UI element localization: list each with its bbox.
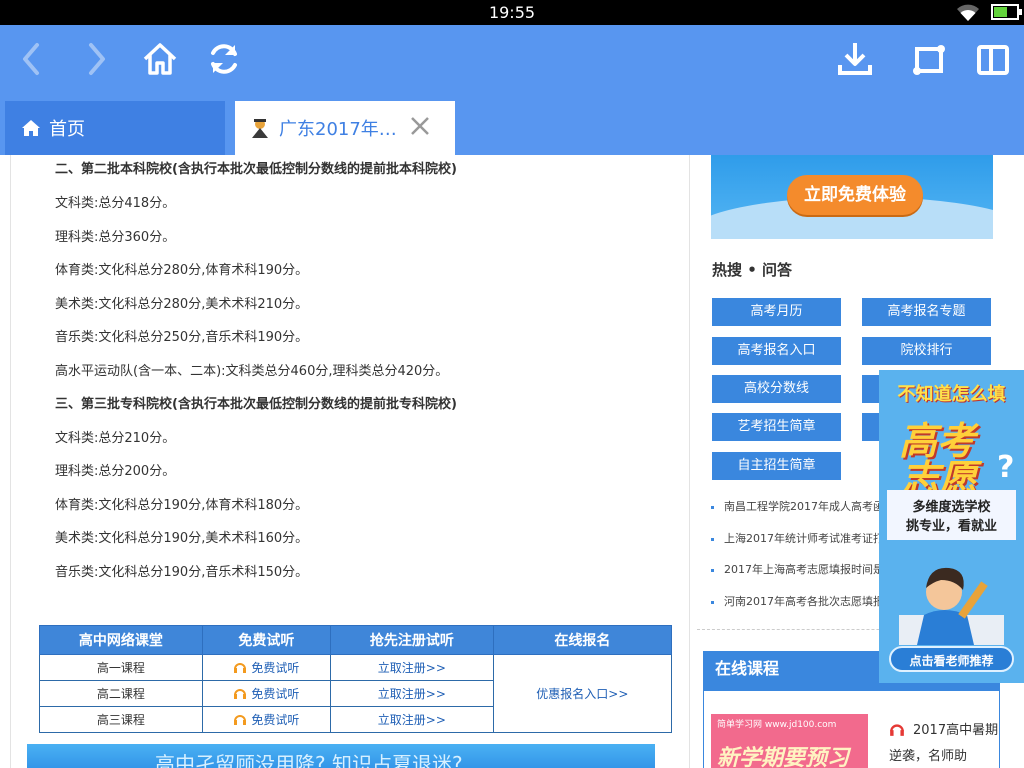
table-header: 高中网络课堂 xyxy=(39,625,203,655)
free-listen-link[interactable]: 免费试听 xyxy=(201,680,331,707)
wifi-icon xyxy=(957,4,979,21)
teacher-illustration-icon xyxy=(899,567,1004,645)
close-icon[interactable] xyxy=(409,115,431,137)
table-header: 免费试听 xyxy=(201,625,331,655)
hot-link[interactable]: 高考报名专题 xyxy=(862,298,991,326)
headphones-icon xyxy=(234,689,247,699)
signup-link[interactable]: 优惠报名入口>> xyxy=(492,654,673,733)
course-table: 高中网络课堂 免费试听 抢先注册试听 在线报名 高一课程 免费试听 立取注册>>… xyxy=(39,625,673,733)
favicon-icon xyxy=(252,119,268,138)
ad-question-mark: ? xyxy=(997,450,1015,485)
status-bar: 19:55 xyxy=(0,0,1024,25)
tab-current[interactable]: 广东2017年… xyxy=(235,101,455,155)
rotate-screen-button[interactable] xyxy=(904,34,954,84)
course-banner-text: 新学期要预习 xyxy=(717,746,850,768)
register-link[interactable]: 立取注册>> xyxy=(329,680,494,707)
headphones-icon xyxy=(234,663,247,673)
hot-link[interactable]: 艺考招生简章 xyxy=(712,413,841,441)
course-description[interactable]: 2017高中暑期逆袭，名师助 xyxy=(889,718,999,768)
home-icon xyxy=(143,43,177,75)
back-button[interactable] xyxy=(8,34,58,84)
home-icon xyxy=(22,120,40,136)
fullscreen-button[interactable] xyxy=(968,34,1018,84)
course-name: 高二课程 xyxy=(39,680,203,707)
ad-cta-button[interactable]: 点击看老师推荐 xyxy=(889,646,1014,672)
hot-search-title: 热搜 • 问答 xyxy=(712,261,793,279)
battery-icon xyxy=(991,4,1022,20)
course-name: 高一课程 xyxy=(39,654,203,681)
table-header: 抢先注册试听 xyxy=(329,625,494,655)
hot-link[interactable]: 院校排行 xyxy=(862,337,991,365)
hot-link[interactable]: 高考月历 xyxy=(712,298,841,326)
article-line: 理科类:总分200分。 xyxy=(55,464,176,479)
tab-label: 首页 xyxy=(49,119,85,140)
chevron-left-icon xyxy=(23,43,39,75)
tab-bar: 首页 广东2017年… xyxy=(0,95,1024,155)
article-line: 体育类:文化科总分190分,体育术科180分。 xyxy=(55,498,309,513)
status-time: 19:55 xyxy=(488,3,536,22)
download-icon xyxy=(838,43,872,75)
course-name: 高三课程 xyxy=(39,706,203,733)
article-line: 文科类:总分418分。 xyxy=(55,196,176,211)
article-heading: 二、第二批本科院校(含执行本批次最低控制分数线的提前批本科院校) xyxy=(55,162,457,177)
rotate-screen-icon xyxy=(913,45,945,75)
hot-link[interactable]: 高考报名入口 xyxy=(712,337,841,365)
article-line: 音乐类:文化科总分250分,音乐术科190分。 xyxy=(55,330,309,345)
tab-home[interactable]: 首页 xyxy=(5,101,225,155)
article-line: 音乐类:文化科总分190分,音乐术科150分。 xyxy=(55,565,309,580)
trial-banner[interactable]: 立即免费体验 xyxy=(711,155,993,239)
article-heading: 三、第三批专科院校(含执行本批次最低控制分数线的提前批专科院校) xyxy=(55,397,457,412)
hot-link[interactable]: 高校分数线 xyxy=(712,375,841,403)
article-line: 高水平运动队(含一本、二本):文科类总分460分,理科类总分420分。 xyxy=(55,364,449,379)
floating-ad[interactable]: 不知道怎么填 高考 志愿 ? 多维度选学校 挑专业，看就业 点击看老师推荐 xyxy=(879,370,1024,683)
register-link[interactable]: 立取注册>> xyxy=(329,706,494,733)
ad-subtext: 挑专业，看就业 xyxy=(905,519,997,534)
free-listen-link[interactable]: 免费试听 xyxy=(201,706,331,733)
fullscreen-icon xyxy=(977,45,1009,75)
browser-toolbar xyxy=(0,25,1024,95)
register-link[interactable]: 立取注册>> xyxy=(329,654,494,681)
chevron-right-icon xyxy=(89,43,105,75)
web-content: 二、第二批本科院校(含执行本批次最低控制分数线的提前批本科院校) 文科类:总分4… xyxy=(0,155,1024,768)
free-trial-button[interactable]: 立即免费体验 xyxy=(787,175,923,215)
ad-headline: 不知道怎么填 xyxy=(897,384,1006,405)
ad-subtext: 多维度选学校 xyxy=(912,500,991,515)
refresh-icon xyxy=(211,44,237,74)
bottom-ad-banner[interactable]: 高中孑留顾没用降? 知识占夏退迷? xyxy=(27,744,655,768)
article: 二、第二批本科院校(含执行本批次最低控制分数线的提前批本科院校) 文科类:总分4… xyxy=(10,155,690,768)
hot-link[interactable]: 自主招生简章 xyxy=(712,452,841,480)
forward-button[interactable] xyxy=(70,34,120,84)
download-button[interactable] xyxy=(830,34,880,84)
free-listen-link[interactable]: 免费试听 xyxy=(201,654,331,681)
article-line: 文科类:总分210分。 xyxy=(55,431,176,446)
table-header: 在线报名 xyxy=(492,625,673,655)
article-line: 美术类:文化科总分190分,美术术科160分。 xyxy=(55,531,309,546)
article-line: 体育类:文化科总分280分,体育术科190分。 xyxy=(55,263,309,278)
article-line: 理科类:总分360分。 xyxy=(55,230,176,245)
course-logo: 简单学习网 www.jd100.com xyxy=(717,720,837,730)
table-row: 高一课程 免费试听 立取注册>> 优惠报名入口>> xyxy=(39,654,673,733)
tab-label: 广东2017年… xyxy=(279,119,397,140)
home-button[interactable] xyxy=(135,34,185,84)
course-image[interactable]: 简单学习网 www.jd100.com 新学期要预习 xyxy=(711,714,868,768)
article-line: 美术类:文化科总分280分,美术术科210分。 xyxy=(55,297,309,312)
refresh-button[interactable] xyxy=(199,34,249,84)
headphones-icon xyxy=(234,715,247,725)
headphones-icon xyxy=(890,724,904,736)
